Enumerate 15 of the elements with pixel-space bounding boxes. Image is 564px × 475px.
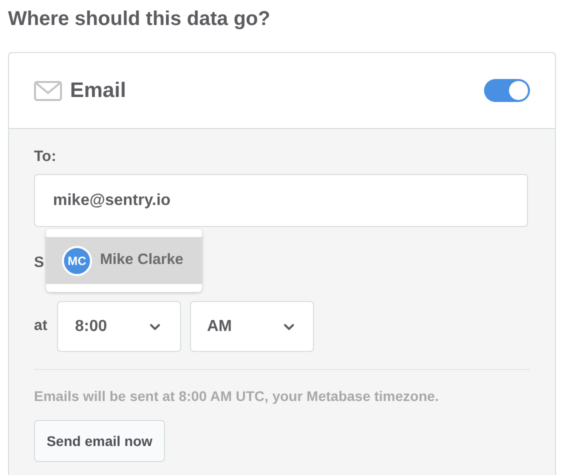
timezone-note: Emails will be sent at 8:00 AM UTC, your Metabase timezone. (34, 387, 440, 406)
schedule-label: S (34, 253, 44, 273)
period-select[interactable]: AM (190, 301, 314, 352)
recipient-field[interactable]: mike@sentry.io (34, 174, 528, 227)
avatar: MC (62, 246, 92, 276)
at-label: at (34, 316, 48, 336)
send-email-button[interactable]: Send email now (34, 420, 165, 462)
mail-icon (34, 80, 62, 100)
toggle-switch[interactable] (484, 79, 530, 102)
suggestion-name: Mike Clarke (100, 250, 184, 270)
suggestion-item[interactable]: MC Mike Clarke (46, 237, 202, 284)
channel-title: Email (70, 78, 126, 104)
hour-select[interactable]: 8:00 (57, 301, 181, 352)
to-label: To: (34, 147, 58, 167)
section-heading: Where should this data go? (8, 7, 272, 32)
